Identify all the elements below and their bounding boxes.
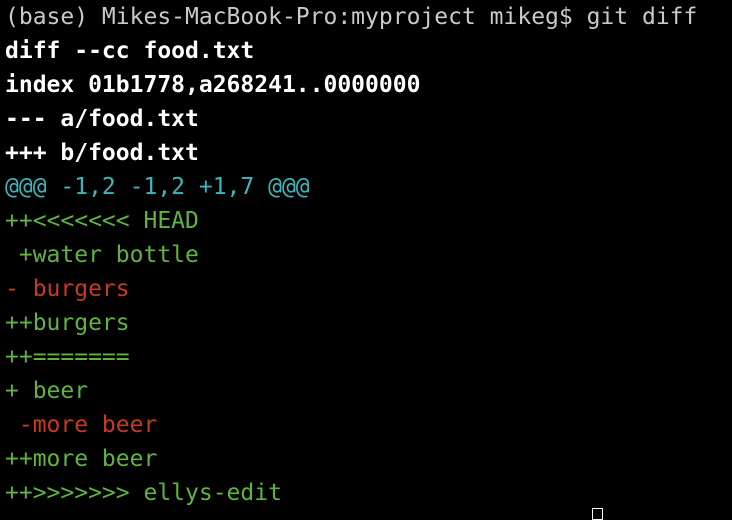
diff-index-line: index 01b1778,a268241..0000000 bbox=[5, 72, 421, 98]
terminal-output[interactable]: (base) Mikes-MacBook-Pro:myproject mikeg… bbox=[5, 0, 732, 516]
diff-line-added: ++more beer bbox=[5, 446, 158, 472]
diff-line-removed: - burgers bbox=[5, 276, 130, 302]
diff-line-removed: -more beer bbox=[5, 412, 158, 438]
diff-hunk-header: @@@ -1,2 -1,2 +1,7 @@@ bbox=[5, 174, 310, 200]
diff-line-added: +water bottle bbox=[5, 242, 199, 268]
shell-prompt-line: (base) Mikes-MacBook-Pro:myproject mikeg… bbox=[5, 4, 698, 30]
terminal-cursor bbox=[592, 508, 603, 520]
diff-header-line: diff --cc food.txt bbox=[5, 38, 255, 64]
conflict-marker-separator: ++======= bbox=[5, 344, 130, 370]
diff-line-added: ++burgers bbox=[5, 310, 130, 336]
diff-old-file-line: --- a/food.txt bbox=[5, 106, 199, 132]
conflict-marker-head: ++<<<<<<< HEAD bbox=[5, 208, 199, 234]
diff-line-added: + beer bbox=[5, 378, 89, 404]
conflict-marker-incoming: ++>>>>>>> ellys-edit bbox=[5, 480, 282, 506]
diff-new-file-line: +++ b/food.txt bbox=[5, 140, 199, 166]
